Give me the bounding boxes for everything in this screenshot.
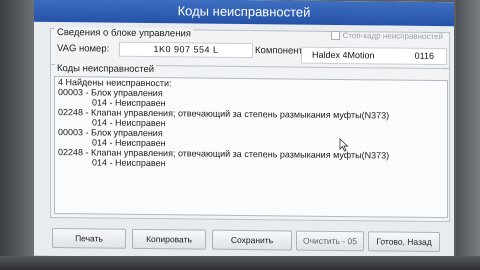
done-back-button[interactable]: Готово, Назад [368, 231, 440, 253]
print-button[interactable]: Печать [52, 227, 126, 249]
freeze-frame-checkbox[interactable]: Стоп-кадр неисправностей [330, 30, 443, 42]
component-field: Haldex 4Motion 0116 [301, 46, 447, 66]
fault-codes-title: Коды неисправностей [55, 63, 157, 76]
clear-codes-button[interactable]: Очистить - 05 [296, 230, 364, 252]
copy-button[interactable]: Копировать [132, 228, 206, 250]
component-name: Haldex 4Motion [312, 49, 375, 61]
checkbox-box[interactable] [330, 30, 340, 41]
fault-status-line: 014 - Неисправен [92, 157, 166, 169]
window-title: Коды неисправностей [34, 0, 454, 27]
mouse-cursor-icon [339, 138, 349, 152]
vag-number-label: VAG номер: [57, 43, 110, 55]
monitor-bezel-right [456, 0, 480, 270]
save-button[interactable]: Сохранить [212, 229, 292, 251]
fault-codes-list[interactable]: 4 Найдены неисправности: 00003 - Блок уп… [54, 76, 448, 219]
component-code: 0116 [414, 50, 434, 61]
monitor-bezel-left [0, 0, 36, 270]
app-window: Коды неисправностей Сведения о блоке упр… [34, 0, 454, 261]
monitor-bezel-bottom [0, 256, 480, 270]
vag-number-field: 1K0 907 554 L [119, 41, 253, 59]
component-label: Компонент: [255, 45, 306, 57]
freeze-frame-label: Стоп-кадр неисправностей [342, 31, 443, 42]
control-unit-info-title: Сведения о блоке управления [55, 27, 193, 40]
